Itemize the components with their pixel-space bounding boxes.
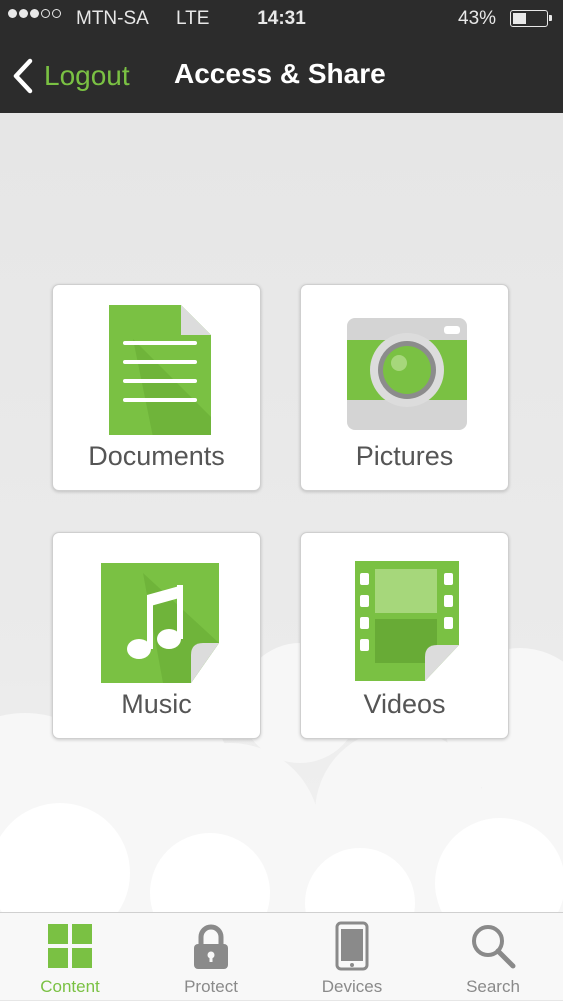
film-icon [355,561,459,681]
content-area: Documents Pictures Music Videos [0,113,563,912]
logout-button[interactable]: Logout [12,52,130,100]
phone-icon [335,921,369,971]
search-icon [472,925,516,969]
page-title: Access & Share [174,58,386,89]
tab-devices[interactable]: Devices [282,913,422,1001]
music-note-icon [101,563,219,683]
document-icon [109,305,211,435]
lock-icon [194,924,228,969]
status-bar: MTN-SA LTE 14:31 43% [0,0,563,38]
grid-icon [48,924,92,968]
tab-search-label: Search [466,977,520,996]
pictures-tile[interactable]: Pictures [300,284,509,491]
tab-bar: Content Protect Devices Search [0,912,563,1000]
videos-label: Videos [363,689,446,719]
logout-label: Logout [44,60,130,91]
videos-tile[interactable]: Videos [300,532,509,739]
camera-icon [347,318,467,430]
battery-percentage: 43% [458,8,497,29]
cloud-background [0,643,563,912]
battery-icon [510,10,552,27]
music-tile[interactable]: Music [52,532,261,739]
tab-protect-label: Protect [184,977,238,996]
pictures-label: Pictures [355,441,454,471]
music-label: Music [121,689,192,719]
navigation-bar: Logout Access & Share [0,38,563,113]
tab-content[interactable]: Content [0,913,140,1001]
documents-label: Documents [88,441,225,471]
documents-tile[interactable]: Documents [52,284,261,491]
tab-content-label: Content [40,977,100,996]
tab-protect[interactable]: Protect [141,913,281,1001]
tab-devices-label: Devices [321,977,383,996]
chevron-left-icon [13,58,33,94]
tab-search[interactable]: Search [423,913,563,1001]
